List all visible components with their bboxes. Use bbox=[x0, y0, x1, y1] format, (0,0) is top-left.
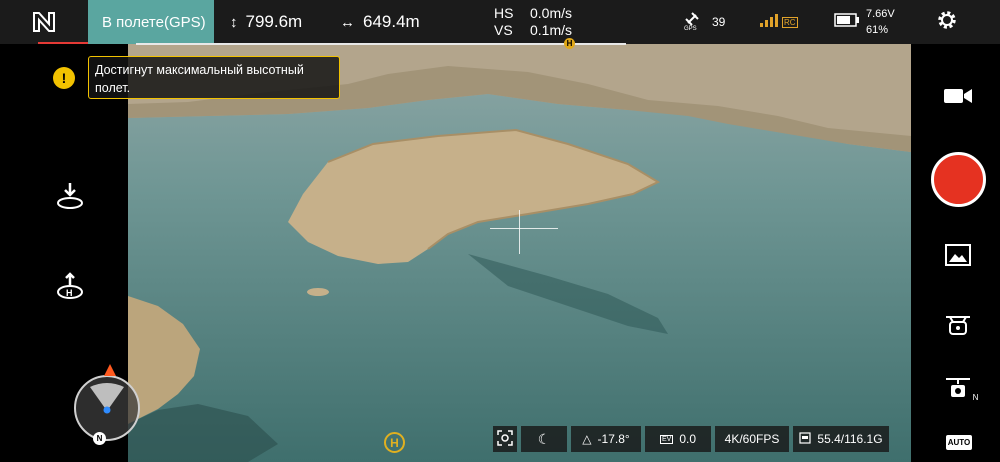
distance-value: 649.4m bbox=[363, 12, 420, 31]
record-button[interactable] bbox=[931, 152, 986, 207]
gps-label: GPS bbox=[684, 26, 697, 32]
gallery-button[interactable] bbox=[943, 243, 973, 271]
flight-mode-status[interactable]: В полете(GPS) bbox=[88, 0, 214, 44]
gps-count: 39 bbox=[712, 15, 726, 29]
settings-icon bbox=[935, 8, 959, 37]
hs-value: 0.0m/s bbox=[530, 5, 573, 21]
crosshair-horizontal bbox=[490, 228, 558, 229]
compass-radar[interactable] bbox=[74, 375, 140, 441]
face-detect-icon bbox=[497, 429, 513, 449]
face-detect-button[interactable] bbox=[493, 426, 517, 452]
night-mode-button[interactable]: ☾ bbox=[521, 426, 567, 452]
takeoff-button[interactable] bbox=[54, 182, 86, 214]
ev-value: 0.0 bbox=[679, 432, 697, 446]
flight-mode-label: В полете(GPS) bbox=[102, 13, 206, 31]
night-icon: ☾ bbox=[537, 430, 551, 447]
auto-mode-button[interactable]: AUTO bbox=[945, 432, 973, 452]
right-panel: N AUTO bbox=[911, 44, 1000, 462]
compass-heading-marker bbox=[104, 364, 116, 376]
warning-message[interactable]: Достигнут максимальный высотный полет. bbox=[88, 56, 340, 99]
takeoff-icon bbox=[55, 181, 85, 216]
gimbal-angle-chip[interactable]: △ -17.8° bbox=[571, 426, 641, 452]
battery-values: 7.66V 61% bbox=[866, 6, 895, 38]
svg-text:H: H bbox=[66, 288, 73, 298]
settings-button[interactable] bbox=[935, 0, 959, 44]
ev-chip[interactable]: EV 0.0 bbox=[645, 426, 711, 452]
video-mode-button[interactable] bbox=[941, 86, 975, 110]
resolution-value: 4K/60FPS bbox=[724, 432, 780, 446]
distance-readout: ↔ 649.4m bbox=[340, 0, 420, 44]
crosshair-vertical bbox=[519, 210, 520, 254]
battery-voltage: 7.66V bbox=[866, 8, 895, 20]
follow-label: N bbox=[972, 393, 979, 402]
altitude-value: 799.6m bbox=[245, 12, 303, 31]
home-point-marker: H bbox=[564, 38, 575, 49]
status-bar: В полете(GPS) ↕ 799.6m ↔ 649.4m HS 0.0m/s… bbox=[0, 0, 1000, 44]
camera-settings-bar: ☾ △ -17.8° EV 0.0 4K/60FPS 55.4/116.1G bbox=[493, 426, 889, 452]
gps-readout[interactable]: GPS 39 bbox=[684, 0, 725, 44]
resolution-chip[interactable]: 4K/60FPS bbox=[715, 426, 789, 452]
warning-text: Достигнут максимальный высотный полет. bbox=[95, 63, 304, 95]
vs-value: 0.1m/s bbox=[530, 22, 573, 38]
storage-chip[interactable]: 55.4/116.1G bbox=[793, 426, 889, 452]
gallery-icon bbox=[945, 243, 971, 271]
follow-icon: N bbox=[944, 376, 979, 402]
altitude-icon: ↕ bbox=[230, 13, 238, 31]
battery-readout[interactable]: 7.66V 61% bbox=[834, 0, 895, 44]
return-home-icon: H bbox=[55, 271, 85, 306]
auto-label: AUTO bbox=[947, 437, 971, 447]
auto-icon: AUTO bbox=[945, 434, 973, 450]
home-point-indicator: H bbox=[384, 432, 405, 453]
warning-icon[interactable]: ! bbox=[53, 67, 75, 89]
battery-percent: 61% bbox=[866, 24, 889, 36]
sd-card-icon bbox=[799, 431, 812, 447]
video-mode-icon bbox=[943, 86, 973, 111]
signal-readout[interactable]: RC bbox=[760, 0, 798, 44]
altitude-readout: ↕ 799.6m bbox=[230, 0, 302, 44]
follow-button[interactable]: N bbox=[943, 374, 979, 404]
ev-label: EV bbox=[659, 434, 674, 444]
signal-icon bbox=[760, 12, 780, 32]
gimbal-angle-value: -17.8° bbox=[597, 432, 630, 446]
distance-icon: ↔ bbox=[340, 13, 355, 31]
battery-icon bbox=[834, 11, 860, 34]
drone-icon bbox=[944, 313, 972, 346]
drone-settings-button[interactable] bbox=[943, 314, 973, 344]
return-home-button[interactable]: H bbox=[54, 271, 86, 306]
satellite-icon: GPS bbox=[684, 11, 706, 33]
rc-label: RC bbox=[782, 16, 798, 28]
vs-label: VS bbox=[494, 22, 513, 38]
exposure-icon: △ bbox=[582, 432, 592, 446]
storage-value: 55.4/116.1G bbox=[817, 432, 883, 446]
compass-north: N bbox=[93, 432, 106, 445]
flight-progress-line bbox=[136, 43, 626, 45]
speed-readout: HS 0.0m/s VS 0.1m/s bbox=[494, 5, 572, 39]
logo-icon[interactable] bbox=[0, 0, 88, 44]
hs-label: HS bbox=[494, 5, 514, 21]
